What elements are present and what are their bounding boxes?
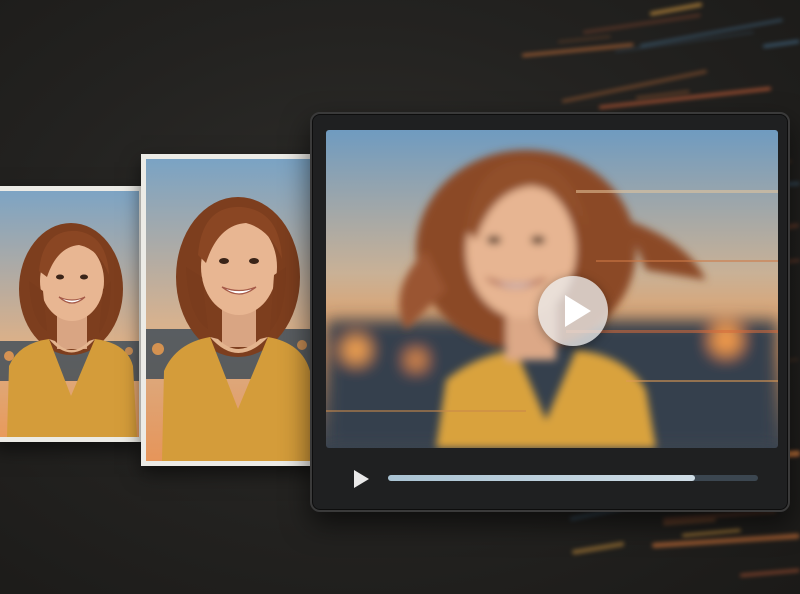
player-controls: [326, 454, 778, 500]
medium-photo: [141, 154, 321, 466]
motion-streak: [635, 90, 690, 99]
small-photo: [0, 186, 144, 442]
motion-streak: [649, 2, 703, 17]
motion-streak: [599, 86, 772, 109]
play-button[interactable]: [538, 276, 608, 346]
motion-streak: [522, 42, 635, 57]
play-icon[interactable]: [354, 470, 369, 488]
motion-streak: [663, 518, 716, 525]
video-frame[interactable]: [326, 130, 778, 448]
video-player: [310, 112, 790, 512]
motion-streak: [740, 569, 800, 578]
motion-streak: [614, 32, 754, 53]
motion-streak: [561, 69, 708, 104]
portrait-medium: [146, 159, 316, 461]
play-icon: [565, 295, 591, 327]
small-photo-image: [0, 191, 139, 437]
motion-streak: [558, 35, 612, 43]
medium-photo-image: [146, 159, 316, 461]
motion-streak: [639, 19, 783, 48]
motion-streak: [571, 541, 625, 555]
progress-fill: [388, 475, 696, 481]
motion-streak: [651, 533, 800, 549]
portrait-small: [0, 191, 139, 437]
motion-streak: [681, 528, 742, 537]
scene: [0, 0, 800, 594]
motion-streak: [762, 39, 800, 49]
motion-streak: [582, 13, 701, 34]
progress-bar[interactable]: [388, 475, 758, 481]
